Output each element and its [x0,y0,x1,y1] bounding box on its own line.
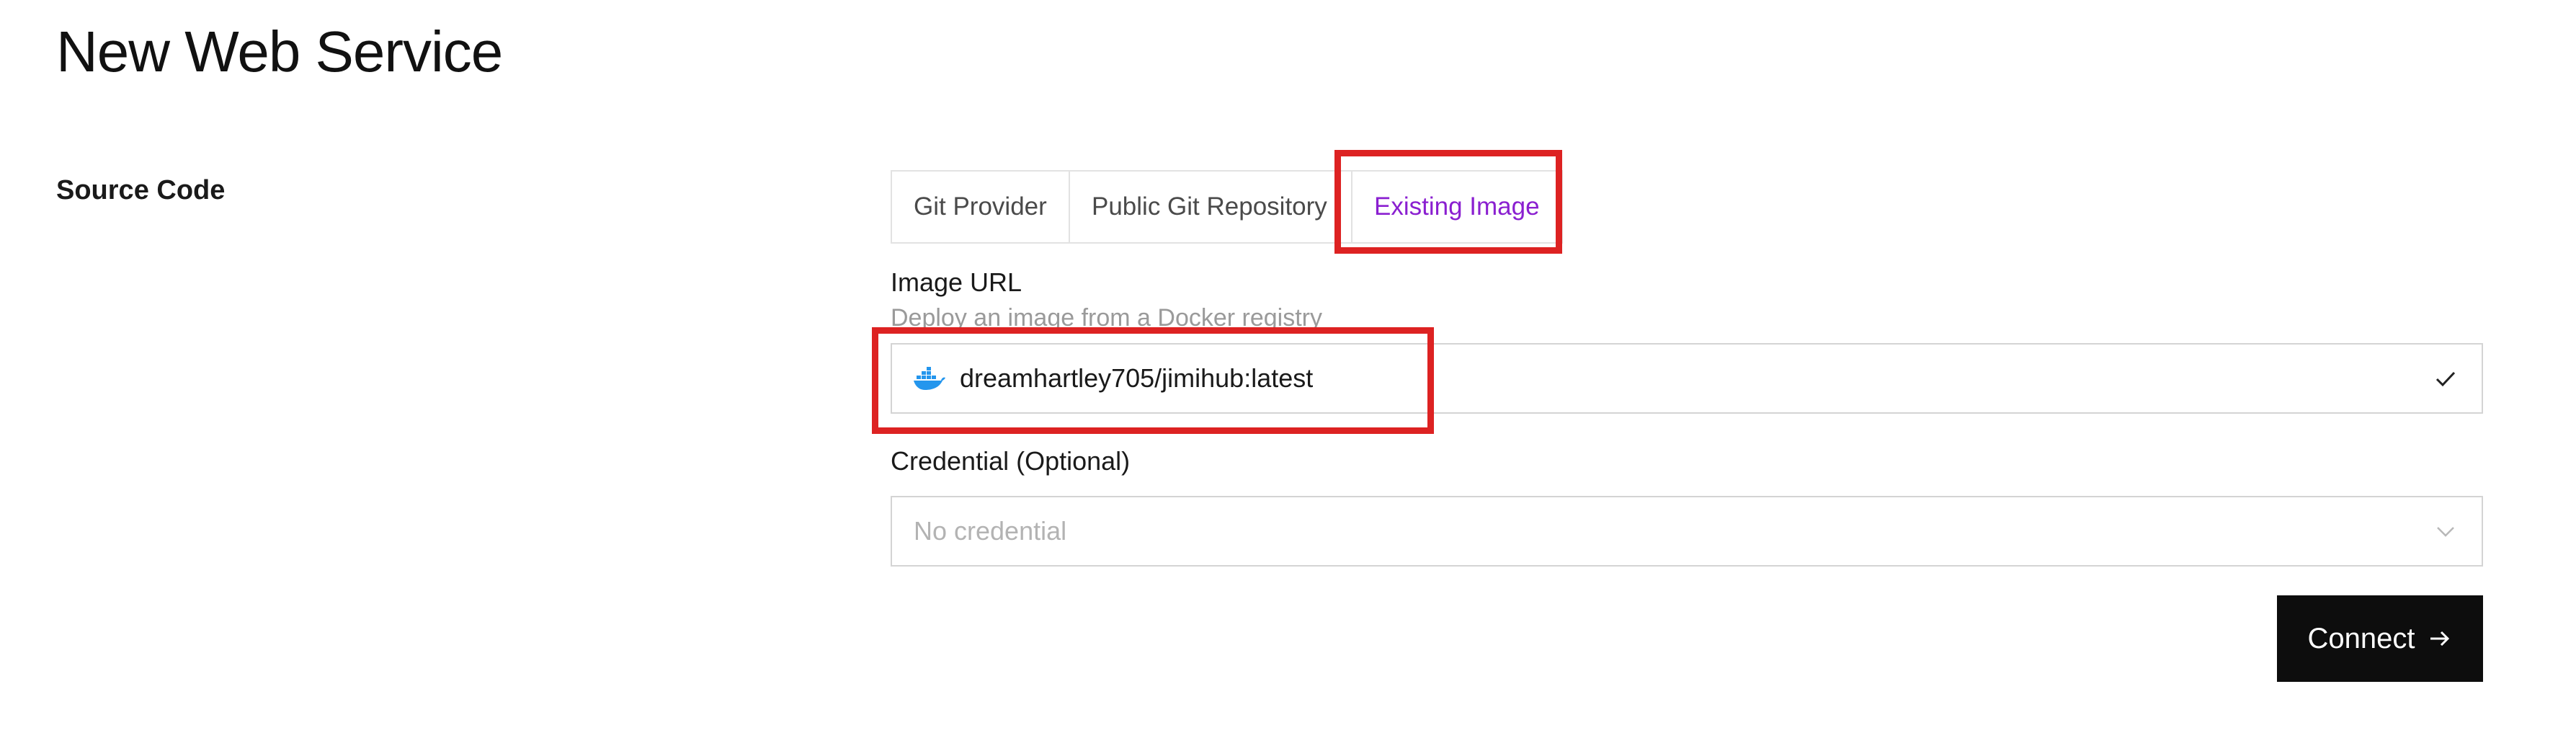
check-icon [2431,364,2460,393]
connect-button-label: Connect [2307,622,2415,654]
credential-label: Credential (Optional) [891,446,1131,476]
source-code-label: Source Code [56,175,226,205]
arrow-right-icon [2428,626,2452,651]
page-title: New Web Service [56,19,503,84]
image-url-hint: Deploy an image from a Docker registry [891,304,1323,332]
tab-label: Git Provider [914,192,1047,221]
tab-existing-image[interactable]: Existing Image [1352,170,1563,244]
tab-label: Existing Image [1374,192,1540,221]
tab-git-provider[interactable]: Git Provider [891,170,1070,244]
new-web-service-page: New Web Service Source Code Git Provider… [0,0,2576,746]
docker-icon [912,364,947,393]
chevron-down-icon [2431,517,2460,546]
credential-select[interactable]: No credential [891,496,2483,567]
tab-label: Public Git Repository [1092,192,1327,221]
credential-placeholder: No credential [914,516,1067,546]
image-url-input[interactable]: dreamhartley705/jimihub:latest [891,343,2483,414]
image-url-label: Image URL [891,267,1022,297]
connect-button[interactable]: Connect [2277,595,2483,682]
tab-public-git-repository[interactable]: Public Git Repository [1070,170,1352,244]
source-tabs: Git Provider Public Git Repository Exist… [891,170,1563,244]
image-url-value: dreamhartley705/jimihub:latest [960,363,1314,393]
